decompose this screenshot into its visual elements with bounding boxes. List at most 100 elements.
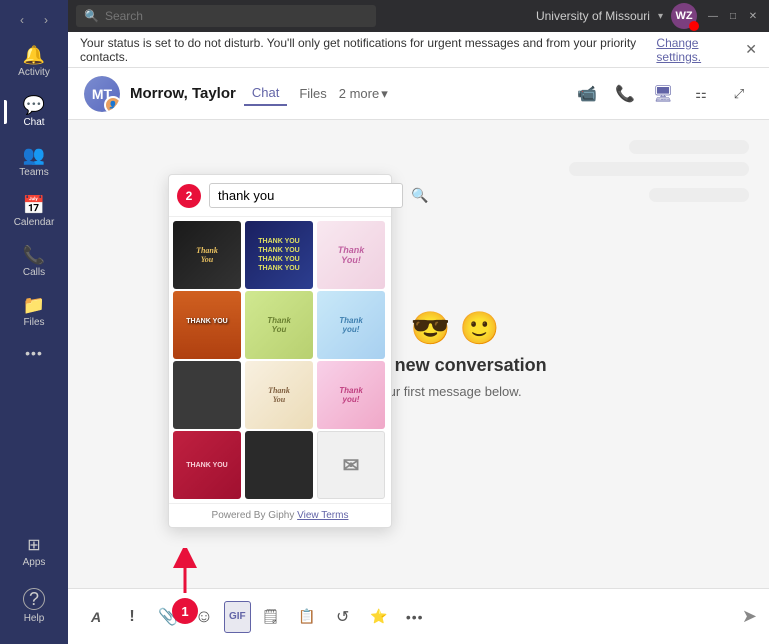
gif-item[interactable]: ✉ <box>317 431 385 499</box>
gif-button[interactable]: GIF <box>224 601 251 633</box>
emoji-button[interactable]: ☺ <box>188 601 220 633</box>
sidebar-item-apps[interactable]: ⊞ Apps <box>4 530 64 576</box>
change-settings-link[interactable]: Change settings. <box>656 36 741 64</box>
gif-item[interactable]: THANK YOU <box>173 431 241 499</box>
message-bubble <box>629 140 749 154</box>
urgent-button[interactable]: ! <box>116 601 148 633</box>
titlebar-right: University of Missouri ▾ WZ — □ ✕ <box>536 3 761 29</box>
sidebar-item-calendar[interactable]: 📅 Calendar <box>4 188 64 236</box>
send-button[interactable]: ➤ <box>742 606 757 627</box>
accessibility-button[interactable]: ⚏ <box>687 80 715 108</box>
notification-bar: Your status is set to do not disturb. Yo… <box>68 32 769 68</box>
sidebar: ‹ › 🔔 Activity 💬 Chat 👥 Teams 📅 Calendar… <box>0 0 68 644</box>
contact-name: Morrow, Taylor <box>130 85 236 102</box>
close-button[interactable]: ✕ <box>745 8 761 24</box>
gif-item[interactable]: ThankYou! <box>317 221 385 289</box>
view-terms-link[interactable]: View Terms <box>297 510 348 521</box>
loop-button[interactable]: ↺ <box>327 601 359 633</box>
chat-area: 😎 🙂 g a new conversation ur first messag… <box>68 120 769 588</box>
gif-search-row: 2 🔍 <box>169 175 391 217</box>
more-options-button[interactable]: ••• <box>399 601 431 633</box>
new-conversation-subtitle: ur first message below. <box>389 384 522 399</box>
sidebar-item-files[interactable]: 📁 Files <box>4 288 64 336</box>
sidebar-item-activity[interactable]: 🔔 Activity <box>4 38 64 86</box>
contact-header: MT 👤 Morrow, Taylor Chat Files 2 more ▾ … <box>68 68 769 120</box>
gif-item[interactable]: ThankYou <box>173 221 241 289</box>
user-avatar[interactable]: WZ <box>671 3 697 29</box>
sidebar-nav-arrows: ‹ › <box>12 10 56 30</box>
sidebar-item-label: Teams <box>19 167 48 178</box>
sticker-button[interactable]: 🗒 <box>255 601 287 633</box>
sidebar-item-label: Apps <box>23 557 46 568</box>
schedule-button[interactable]: 📋 <box>291 601 323 633</box>
teams-icon: 👥 <box>23 146 45 164</box>
titlebar: 🔍 University of Missouri ▾ WZ — □ ✕ <box>68 0 769 32</box>
gif-grid: ThankYou THANK YOUTHANK YOUTHANK YOUTHAN… <box>169 217 391 503</box>
contact-tabs: Chat Files 2 more ▾ <box>244 81 388 106</box>
chat-emoji: 😎 🙂 <box>411 309 500 347</box>
gif-item[interactable]: ThankYou <box>245 291 313 359</box>
gif-item[interactable]: THANK YOUTHANK YOUTHANK YOUTHANK YOU <box>245 221 313 289</box>
sidebar-item-label: Calendar <box>14 217 55 228</box>
sidebar-item-teams[interactable]: 👥 Teams <box>4 138 64 186</box>
sidebar-item-chat[interactable]: 💬 Chat <box>4 88 64 136</box>
gif-item[interactable] <box>245 431 313 499</box>
gif-item[interactable]: Thankyou! <box>317 291 385 359</box>
search-box[interactable]: 🔍 <box>76 5 376 27</box>
step-badge: 2 <box>177 184 201 208</box>
notification-text: Your status is set to do not disturb. Yo… <box>80 36 652 64</box>
share-screen-button[interactable]: 🖥 <box>649 80 677 108</box>
nav-back-button[interactable]: ‹ <box>12 10 32 30</box>
sidebar-item-label: Help <box>24 613 45 624</box>
minimize-button[interactable]: — <box>705 8 721 24</box>
tenant-chevron-icon[interactable]: ▾ <box>658 11 663 22</box>
video-call-button[interactable]: 📹 <box>573 80 601 108</box>
tab-more[interactable]: 2 more ▾ <box>339 86 388 102</box>
gif-item[interactable]: THANK YOU <box>173 291 241 359</box>
apps-icon: ⊞ <box>27 538 40 554</box>
audio-call-button[interactable]: 📞 <box>611 80 639 108</box>
gif-search-input[interactable] <box>209 183 403 208</box>
more-icon: ••• <box>25 346 43 360</box>
notification-close-button[interactable]: ✕ <box>745 41 757 58</box>
sidebar-item-label: Calls <box>23 267 45 278</box>
search-icon: 🔍 <box>84 9 99 23</box>
contact-actions: 📹 📞 🖥 ⚏ ⤢ <box>573 80 753 108</box>
gif-item[interactable]: ThankYou <box>245 361 313 429</box>
praise-button[interactable]: ⭐ <box>363 601 395 633</box>
sidebar-item-more[interactable]: ••• <box>4 338 64 368</box>
sidebar-item-calls[interactable]: 📞 Calls <box>4 238 64 286</box>
gif-footer: Powered By Giphy View Terms <box>169 503 391 527</box>
chat-icon: 💬 <box>23 96 45 114</box>
activity-icon: 🔔 <box>23 46 45 64</box>
sidebar-item-label: Files <box>23 317 44 328</box>
main-area: 🔍 University of Missouri ▾ WZ — □ ✕ Your… <box>68 0 769 644</box>
dnd-badge <box>689 21 699 31</box>
message-bubble <box>569 162 749 176</box>
calendar-icon: 📅 <box>23 196 45 214</box>
giphy-credit: Powered By Giphy <box>212 510 295 521</box>
gif-item[interactable] <box>173 361 241 429</box>
sidebar-item-label: Chat <box>23 117 44 128</box>
chat-messages <box>569 140 749 202</box>
nav-forward-button[interactable]: › <box>36 10 56 30</box>
gif-search-icon[interactable]: 🔍 <box>411 187 428 204</box>
contact-avatar: MT 👤 <box>84 76 120 112</box>
tenant-name: University of Missouri <box>536 9 650 23</box>
pop-out-button[interactable]: ⤢ <box>725 80 753 108</box>
sidebar-item-help[interactable]: ? Help <box>4 580 64 632</box>
format-button[interactable]: A <box>80 601 112 633</box>
files-icon: 📁 <box>23 296 45 314</box>
window-controls: — □ ✕ <box>705 8 761 24</box>
maximize-button[interactable]: □ <box>725 8 741 24</box>
attach-button[interactable]: 📎 <box>152 601 184 633</box>
search-input[interactable] <box>105 9 368 23</box>
gif-item[interactable]: Thankyou! <box>317 361 385 429</box>
gif-panel: 2 🔍 ThankYou THANK YOUTHANK YOUTHANK YOU… <box>168 174 392 528</box>
message-bubble <box>649 188 749 202</box>
help-icon: ? <box>23 588 45 610</box>
tab-chat[interactable]: Chat <box>244 81 287 106</box>
message-toolbar: A ! 📎 ☺ GIF 🗒 📋 ↺ ⭐ ••• ➤ <box>68 588 769 644</box>
tab-files[interactable]: Files <box>291 82 334 105</box>
calls-icon: 📞 <box>23 246 45 264</box>
